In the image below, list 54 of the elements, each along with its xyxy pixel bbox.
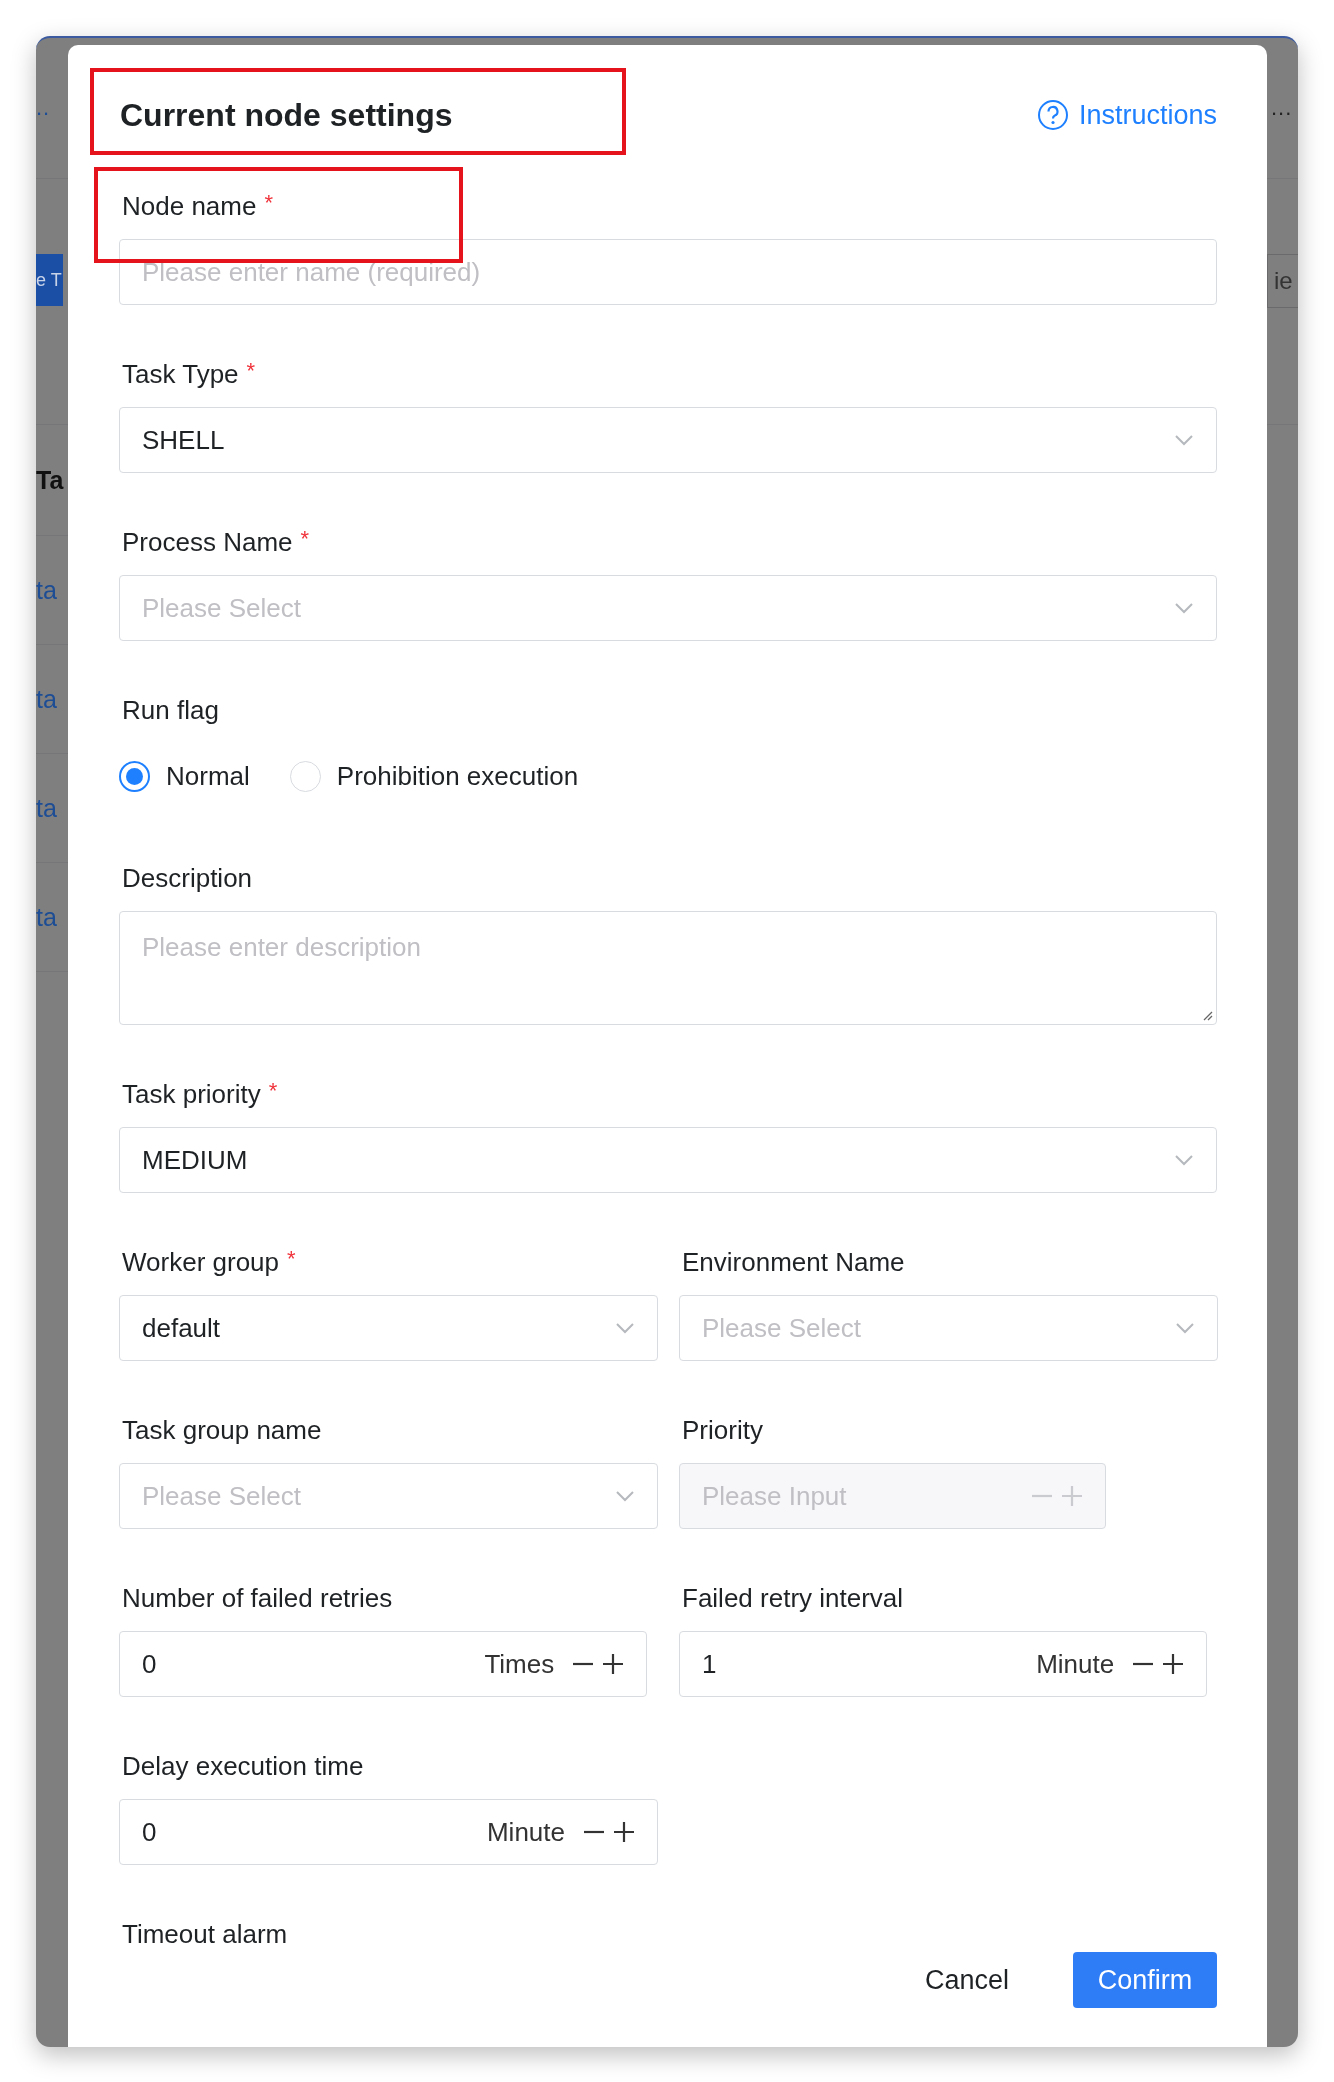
plus-icon[interactable] bbox=[613, 1821, 635, 1843]
ellipsis-text[interactable]: .. bbox=[36, 95, 51, 121]
field-label: Task Type bbox=[122, 358, 239, 390]
field-label: Timeout alarm bbox=[122, 1918, 288, 1950]
plus-icon[interactable] bbox=[602, 1653, 625, 1675]
dialog-title: Current node settings bbox=[120, 96, 453, 134]
number-field[interactable]: 1 Minute bbox=[679, 1631, 1208, 1697]
required-mark: * bbox=[287, 1246, 296, 1272]
plus-icon[interactable] bbox=[1162, 1653, 1185, 1675]
resize-handle-icon[interactable] bbox=[1201, 1009, 1213, 1021]
search-field[interactable]: ie bbox=[1267, 254, 1298, 308]
field-label: Environment Name bbox=[682, 1246, 905, 1278]
number-field[interactable]: 0 Times bbox=[119, 1631, 648, 1697]
action-button[interactable]: e T bbox=[36, 254, 63, 306]
required-mark: * bbox=[246, 358, 256, 384]
table-link[interactable]: ta bbox=[36, 684, 57, 714]
required-mark: * bbox=[268, 1078, 278, 1104]
unit-label: Times bbox=[484, 1648, 555, 1680]
unit-label: Minute bbox=[486, 1816, 565, 1848]
instructions-link[interactable]: Instructions bbox=[1036, 99, 1217, 131]
field-label: Run flag bbox=[122, 694, 219, 726]
field-label: Number of failed retries bbox=[122, 1582, 393, 1614]
table-link[interactable]: ta bbox=[36, 902, 57, 932]
cancel-button[interactable]: Cancel bbox=[904, 1952, 1029, 2008]
field-label: Task priority bbox=[122, 1078, 261, 1110]
ellipsis-text[interactable]: ... bbox=[1267, 95, 1293, 121]
table-link[interactable]: ta bbox=[36, 575, 57, 605]
field-label: Process Name bbox=[122, 526, 293, 558]
help-icon bbox=[1036, 99, 1069, 131]
chevron-down-icon bbox=[615, 1322, 635, 1334]
table-link[interactable]: ta bbox=[36, 793, 57, 823]
dropdown[interactable]: MEDIUM bbox=[119, 1127, 1217, 1193]
unit-label: Minute bbox=[1036, 1648, 1115, 1680]
dropdown[interactable]: SHELL bbox=[119, 407, 1217, 473]
dropdown[interactable]: default bbox=[119, 1295, 658, 1361]
field-label: Node name bbox=[122, 190, 257, 222]
radio-option[interactable]: Normal bbox=[119, 760, 250, 792]
field-label: Task group name bbox=[122, 1414, 322, 1446]
chevron-down-icon bbox=[615, 1490, 635, 1502]
column-header: Ta bbox=[36, 465, 64, 495]
field-label: Failed retry interval bbox=[682, 1582, 904, 1614]
chevron-down-icon bbox=[1174, 434, 1194, 446]
required-mark: * bbox=[300, 526, 310, 552]
chevron-down-icon bbox=[1174, 602, 1194, 614]
chevron-down-icon bbox=[1175, 1322, 1195, 1334]
number-field[interactable]: 0 Minute bbox=[119, 1799, 658, 1865]
field-label: Worker group bbox=[122, 1246, 280, 1278]
confirm-button[interactable]: Confirm bbox=[1073, 1952, 1217, 2008]
radio-option[interactable]: Prohibition execution bbox=[289, 760, 579, 792]
required-mark: * bbox=[264, 190, 273, 216]
field-label: Description bbox=[122, 862, 253, 894]
field-label: Delay execution time bbox=[122, 1750, 364, 1782]
field-label: Priority bbox=[682, 1414, 763, 1446]
chevron-down-icon bbox=[1174, 1154, 1194, 1166]
